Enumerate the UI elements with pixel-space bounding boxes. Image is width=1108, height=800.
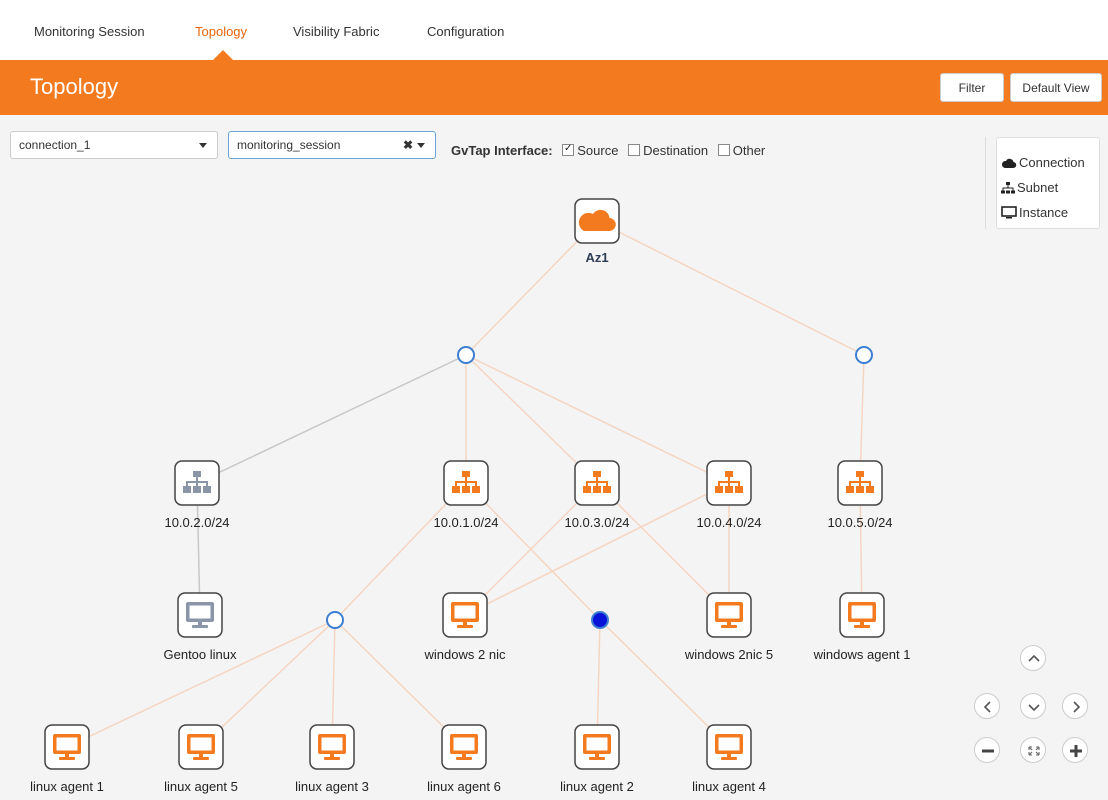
instance-node[interactable]: windows agent 1 [813,592,911,662]
page-title: Topology [30,74,119,99]
subnet-label: 10.0.5.0/24 [827,515,892,530]
instance-node[interactable]: linux agent 4 [692,724,766,794]
subnet-node[interactable]: 10.0.1.0/24 [433,460,499,530]
chevron-right-icon [1073,701,1081,713]
instance-label: linux agent 1 [30,779,104,794]
instance-node[interactable]: linux agent 5 [164,724,238,794]
instance-label: linux agent 5 [164,779,238,794]
plus-icon [1070,745,1082,757]
tab-topology[interactable]: Topology [195,24,247,39]
instance-label: linux agent 4 [692,779,766,794]
hub-node[interactable] [326,611,344,629]
instance-label: windows agent 1 [813,647,911,662]
instance-node[interactable]: linux agent 3 [295,724,369,794]
tab-visibility-fabric[interactable]: Visibility Fabric [293,24,379,39]
tab-monitoring-session[interactable]: Monitoring Session [34,24,145,39]
instance-label: linux agent 6 [427,779,501,794]
default-view-button[interactable]: Default View [1010,73,1102,102]
pan-up-button[interactable] [1020,645,1046,671]
pan-down-button[interactable] [1020,693,1046,719]
pan-right-button[interactable] [1062,693,1088,719]
page-header: Topology Filter Default View [0,60,1108,115]
active-tab-caret [213,50,233,60]
chevron-left-icon [983,701,991,713]
subnet-label: 10.0.3.0/24 [564,515,629,530]
pan-left-button[interactable] [974,693,1000,719]
tab-configuration[interactable]: Configuration [427,24,504,39]
instance-label: windows 2 nic [424,647,506,662]
subnet-label: 10.0.1.0/24 [433,515,498,530]
fit-view-button[interactable] [1020,737,1046,763]
subnet-label: 10.0.4.0/24 [696,515,761,530]
zoom-in-button[interactable] [1062,737,1088,763]
fit-screen-icon [1028,746,1040,756]
topology-edge [596,220,865,356]
chevron-down-icon [1028,704,1040,712]
hub-node-selected[interactable] [591,611,609,629]
chevron-up-icon [1028,654,1040,662]
instance-node[interactable]: windows 2 nic [424,592,506,662]
instance-node[interactable]: linux agent 6 [427,724,501,794]
instance-label: linux agent 2 [560,779,634,794]
subnet-label: 10.0.2.0/24 [164,515,229,530]
instance-node[interactable]: linux agent 2 [560,724,634,794]
topology-nodes: Az1 10.0.2.0/24 10.0.1.0/24 10.0.3.0/24 10.0… [30,198,911,794]
topology-edge [196,354,467,484]
hub-node[interactable] [855,346,873,364]
hub-node[interactable] [457,346,475,364]
nav-tabs: Monitoring Session Topology Visibility F… [0,0,1108,60]
instance-label: Gentoo linux [164,647,237,662]
connection-node-az1[interactable]: Az1 [574,198,620,265]
connection-label: Az1 [585,250,608,265]
subnet-node[interactable]: 10.0.5.0/24 [827,460,893,530]
filter-button[interactable]: Filter [940,73,1004,102]
instance-node[interactable]: Gentoo linux [164,592,237,662]
minus-icon [982,749,994,753]
topology-canvas[interactable]: connection_1 monitoring_session ✖ GvTap … [0,115,1108,800]
zoom-out-button[interactable] [974,737,1000,763]
instance-label: windows 2nic 5 [684,647,773,662]
instance-node[interactable]: windows 2nic 5 [684,592,773,662]
subnet-node[interactable]: 10.0.3.0/24 [564,460,630,530]
topology-graph: Az1 10.0.2.0/24 10.0.1.0/24 10.0.3.0/24 10.0… [30,198,911,794]
instance-label: linux agent 3 [295,779,369,794]
